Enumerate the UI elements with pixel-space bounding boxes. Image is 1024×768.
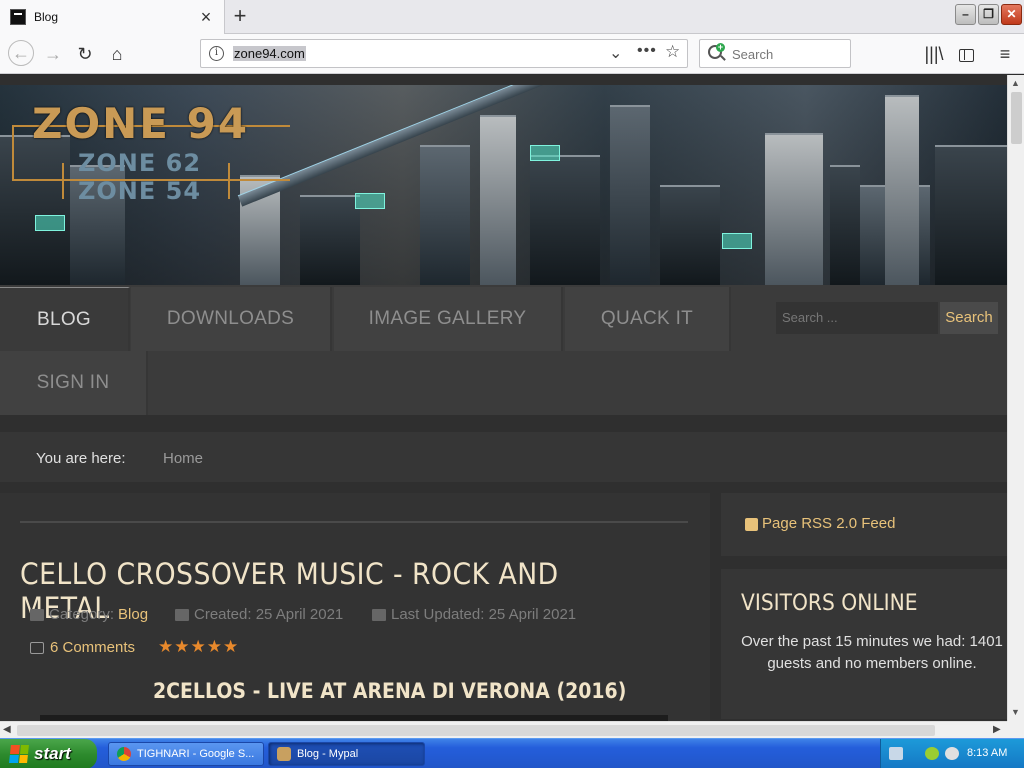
calendar-icon <box>175 608 189 621</box>
library-icon[interactable]: |||\ <box>922 42 946 66</box>
sidebar-icon[interactable] <box>954 42 978 66</box>
page-actions-icon[interactable]: ••• <box>637 42 657 60</box>
search-bar[interactable]: + Search <box>699 39 851 68</box>
rss-feed-link[interactable]: Page RSS 2.0 Feed <box>762 515 895 532</box>
taskbar: start TIGHNARI - Google S... Blog - Mypa… <box>0 738 1024 768</box>
category-label: Category: <box>49 606 115 623</box>
taskbar-item-chrome[interactable]: TIGHNARI - Google S... <box>108 742 264 766</box>
article-category: Category: Blog <box>30 606 148 623</box>
breadcrumb-label: You are here: <box>36 450 126 467</box>
scrollbar-corner <box>1007 721 1024 738</box>
article-created: Created: 25 April 2021 <box>175 606 343 623</box>
network-icon[interactable] <box>925 747 939 760</box>
rss-module: Page RSS 2.0 Feed <box>721 493 1007 556</box>
visitors-text: Over the past 15 minutes we had: 1401 gu… <box>741 633 1003 672</box>
scroll-left-icon[interactable]: ◀ <box>3 724 11 735</box>
security-icon[interactable] <box>945 747 959 760</box>
tab-blog[interactable]: Blog × <box>0 0 225 34</box>
article-panel: CELLO CROSSOVER MUSIC - ROCK AND METAL C… <box>0 493 710 721</box>
category-link[interactable]: Blog <box>118 606 148 623</box>
created-date: Created: 25 April 2021 <box>194 606 344 623</box>
keyboard-icon[interactable] <box>889 747 903 760</box>
windows-flag-icon <box>9 745 29 763</box>
menu-item-downloads[interactable]: DOWNLOADS <box>131 287 332 351</box>
close-tab-icon[interactable]: × <box>198 8 214 26</box>
video-title: 2CELLOS - LIVE AT ARENA DI VERONA (2016) <box>153 679 627 703</box>
tab-title: Blog <box>34 10 59 24</box>
menu-item-image-gallery[interactable]: IMAGE GALLERY <box>334 287 563 351</box>
close-window-button[interactable]: ✕ <box>1001 4 1022 25</box>
rating-stars[interactable]: ★★★★★ <box>158 637 239 657</box>
home-icon[interactable]: ⌂ <box>105 42 129 66</box>
rss-icon <box>745 518 758 531</box>
taskbar-item-mypal[interactable]: Blog - Mypal <box>268 742 425 766</box>
navigation-toolbar: ← → ↻ ⌂ i zone94.com ⌄ ••• ☆ + Search ||… <box>0 34 1024 74</box>
forward-arrow-icon[interactable]: → <box>41 42 65 66</box>
scroll-down-icon[interactable]: ▼ <box>1011 707 1020 717</box>
divider <box>20 521 688 523</box>
vertical-scrollbar[interactable]: ▲ ▼ <box>1007 75 1024 721</box>
start-label: start <box>34 744 71 763</box>
scroll-right-icon[interactable]: ▶ <box>993 724 1001 735</box>
bookmark-star-icon[interactable]: ☆ <box>665 42 680 62</box>
back-arrow-icon[interactable]: ← <box>8 40 34 66</box>
site-search-button[interactable]: Search <box>940 302 998 334</box>
site-banner: ZONE 94 ZONE 62 ZONE 54 <box>0 85 1007 285</box>
site-search-input[interactable]: Search ... <box>776 302 938 334</box>
start-button[interactable]: start <box>0 739 97 768</box>
calendar-icon <box>372 608 386 621</box>
hamburger-menu-icon[interactable]: ≡ <box>993 42 1017 66</box>
chrome-icon <box>117 747 131 761</box>
mypal-icon <box>277 747 291 761</box>
search-placeholder: Search <box>732 47 774 62</box>
breadcrumb-home: Home <box>163 450 204 467</box>
comment-icon <box>30 641 44 654</box>
page-viewport: ZONE 94 ZONE 62 ZONE 54 BLOG DOWNLOADS I… <box>0 75 1007 721</box>
taskbar-item-label: TIGHNARI - Google S... <box>137 748 255 760</box>
updated-date: Last Updated: 25 April 2021 <box>391 606 577 623</box>
breadcrumb: You are here: Home <box>0 426 1007 482</box>
tab-strip: Blog × + – ❐ ✕ <box>0 0 1024 34</box>
horizontal-scrollbar[interactable]: ◀ ▶ <box>0 721 1007 738</box>
logo-subtitle-1: ZONE 62 <box>78 149 202 177</box>
horizontal-scroll-thumb[interactable] <box>17 725 935 736</box>
site-favicon-icon <box>10 9 26 25</box>
menu-item-blog[interactable]: BLOG <box>0 287 130 351</box>
url-text[interactable]: zone94.com <box>233 46 306 61</box>
comments-link[interactable]: 6 Comments <box>30 639 135 656</box>
clock: 8:13 AM <box>967 747 1008 759</box>
url-bar[interactable]: i zone94.com ⌄ ••• ☆ <box>200 39 688 68</box>
menu-item-sign-in[interactable]: SIGN IN <box>0 351 148 415</box>
comments-count[interactable]: 6 Comments <box>50 639 135 656</box>
article-updated: Last Updated: 25 April 2021 <box>372 606 576 623</box>
logo-subtitle-2: ZONE 54 <box>78 177 202 205</box>
taskbar-item-label: Blog - Mypal <box>297 748 359 760</box>
visitors-title: VISITORS ONLINE <box>741 591 918 616</box>
site-info-icon[interactable]: i <box>209 46 224 61</box>
add-search-engine-icon: + <box>716 42 725 52</box>
folder-icon <box>30 608 44 621</box>
vertical-scroll-thumb[interactable] <box>1011 92 1022 144</box>
new-tab-button[interactable]: + <box>226 3 254 31</box>
system-tray: 8:13 AM <box>880 739 1024 768</box>
site-logo[interactable]: ZONE 94 <box>32 99 249 148</box>
menu-item-quack-it[interactable]: QUACK IT <box>565 287 731 351</box>
maximize-window-button[interactable]: ❐ <box>978 4 999 25</box>
main-menu: BLOG DOWNLOADS IMAGE GALLERY QUACK IT SI… <box>0 285 1007 415</box>
minimize-window-button[interactable]: – <box>955 4 976 25</box>
visitors-module: VISITORS ONLINE Over the past 15 minutes… <box>721 569 1007 719</box>
reload-icon[interactable]: ↻ <box>73 42 97 66</box>
scroll-up-icon[interactable]: ▲ <box>1011 78 1020 88</box>
chevron-down-icon[interactable]: ⌄ <box>609 43 622 63</box>
